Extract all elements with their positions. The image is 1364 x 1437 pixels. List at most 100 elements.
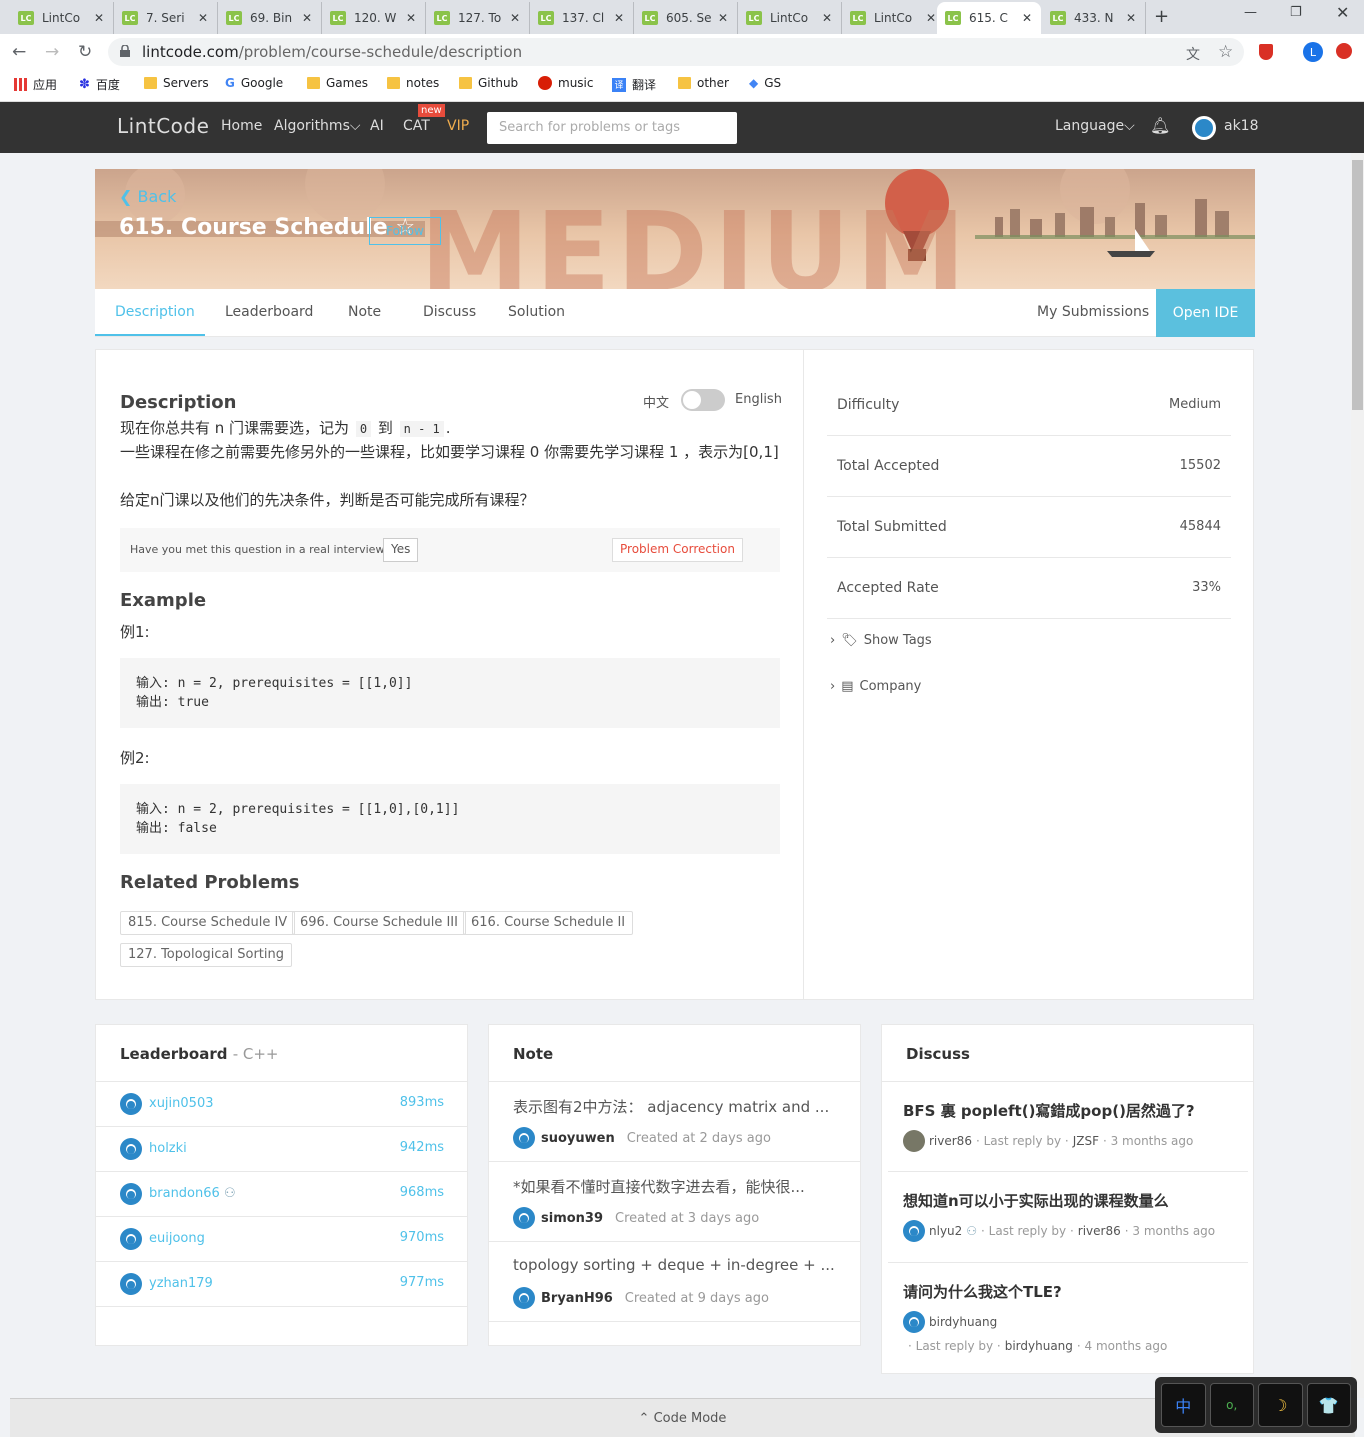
bookmark-other[interactable]: other [678,76,729,90]
show-tags-toggle[interactable]: › 🏷︎ Show Tags [830,633,932,648]
update-icon[interactable] [1336,43,1352,59]
nav-vip[interactable]: VIP [447,118,469,134]
discuss-user[interactable]: nlyu2 [929,1224,962,1238]
language-toggle[interactable] [681,389,725,411]
browser-tab[interactable]: LC 137. Cl ✕ [530,2,634,34]
bookmark-music[interactable]: music [538,76,593,90]
related-problem-link[interactable]: 696. Course Schedule III [292,911,466,935]
bookmark-games[interactable]: Games [307,76,368,90]
browser-tab[interactable]: LC 7. Seri ✕ [114,2,218,34]
reply-user[interactable]: JZSF [1073,1134,1099,1148]
url-field[interactable]: lintcode.com/problem/course-schedule/des… [108,38,1244,66]
bookmark-gs[interactable]: ◆ GS [749,76,781,90]
close-tab-icon[interactable]: ✕ [715,11,731,25]
discuss-user[interactable]: birdyhuang [929,1315,997,1329]
browser-tab[interactable]: LC 120. W ✕ [322,2,426,34]
leaderboard-user[interactable]: holzki [149,1141,187,1156]
browser-tab[interactable]: LC LintCo ✕ [738,2,842,34]
bookmark-github[interactable]: Github [459,76,518,90]
close-window-icon[interactable]: ✕ [1336,3,1349,22]
open-ide-button[interactable]: Open IDE [1156,289,1255,337]
close-tab-icon[interactable]: ✕ [507,11,523,25]
forward-arrow-icon[interactable]: → [45,42,59,62]
nav-cat[interactable]: CAT [403,118,430,134]
restore-icon[interactable]: ❐ [1290,5,1302,20]
username[interactable]: ak18 [1224,118,1259,134]
ime-punctuation-button[interactable]: o, [1209,1383,1254,1427]
reload-icon[interactable]: ↻ [78,42,92,62]
browser-tab[interactable]: LC LintCo ✕ [842,2,946,34]
discuss-title[interactable]: BFS 裏 popleft()寫錯成pop()居然過了? [903,1100,1195,1121]
bell-icon[interactable]: 🔔︎ [1150,116,1170,135]
bookmark-baidu[interactable]: ✽ 百度 [79,76,120,93]
note-user[interactable]: suoyuwen [541,1131,615,1146]
discuss-item[interactable]: BFS 裏 popleft()寫錯成pop()居然過了? river86 · La… [888,1082,1248,1172]
ime-chinese-mode-button[interactable]: 中 [1161,1383,1206,1427]
follow-button[interactable]: Follow [369,217,441,245]
close-tab-icon[interactable]: ✕ [1123,11,1139,25]
nav-home[interactable]: Home [221,118,262,134]
leaderboard-user[interactable]: euijoong [149,1231,205,1246]
close-tab-icon[interactable]: ✕ [91,11,107,25]
close-tab-icon[interactable]: ✕ [611,11,627,25]
leaderboard-user[interactable]: yzhan179 [149,1276,213,1291]
nav-ai[interactable]: AI [370,118,384,134]
profile-avatar[interactable]: L [1303,42,1323,62]
browser-tab[interactable]: LC 127. To ✕ [426,2,530,34]
related-problem-link[interactable]: 815. Course Schedule IV [120,911,296,935]
close-tab-icon[interactable]: ✕ [1019,11,1035,25]
discuss-user[interactable]: river86 [929,1134,972,1148]
bookmark-apps[interactable]: 应用 [14,76,57,93]
minimize-icon[interactable]: — [1244,5,1257,20]
user-avatar[interactable] [1192,116,1216,140]
translate-page-icon[interactable]: 文 [1186,44,1200,64]
tab-description[interactable]: Description [115,304,195,320]
language-dropdown[interactable]: Language⌵ [1055,118,1135,134]
close-tab-icon[interactable]: ✕ [195,11,211,25]
bookmark-servers[interactable]: Servers [144,76,209,90]
note-item[interactable]: *如果看不懂时直接代数字进去看，能快很... simon39 Created at … [489,1162,860,1242]
tab-note[interactable]: Note [348,304,381,320]
back-link[interactable]: ❮ Back [119,187,176,206]
extension-shield-icon[interactable] [1259,44,1273,60]
code-mode-bar[interactable]: ⌃ Code Mode [10,1398,1355,1437]
close-tab-icon[interactable]: ✕ [403,11,419,25]
tab-discuss[interactable]: Discuss [423,304,476,320]
browser-tab[interactable]: LC LintCo ✕ [10,2,114,34]
browser-tab[interactable]: LC 605. Se ✕ [634,2,738,34]
bookmark-star-icon[interactable]: ☆ [1218,42,1233,62]
problem-correction-button[interactable]: Problem Correction [612,538,743,562]
close-tab-icon[interactable]: ✕ [819,11,835,25]
company-toggle[interactable]: › ▤ Company [830,679,921,694]
ime-skin-icon[interactable]: 👕 [1306,1383,1351,1427]
bookmark-google[interactable]: G Google [225,76,283,90]
problem-search-input[interactable]: Search for problems or tags [487,112,737,144]
discuss-item[interactable]: 请问为什么我这个TLE? birdyhuang · Last reply by … [888,1263,1248,1373]
note-user[interactable]: simon39 [541,1211,603,1226]
bookmark-translate[interactable]: 译翻译 [612,76,656,93]
note-item[interactable]: 表示图有2中方法： adjacency matrix and ... suoyuw… [489,1082,860,1162]
ime-moon-icon[interactable]: ☽ [1258,1383,1303,1427]
back-arrow-icon[interactable]: ← [12,42,26,62]
related-problem-link[interactable]: 616. Course Schedule II [463,911,634,935]
browser-tab-active[interactable]: LC 615. C ✕ [937,2,1041,34]
note-item[interactable]: topology sorting + deque + in-degree + .… [489,1242,860,1322]
leaderboard-user[interactable]: xujin0503 [149,1096,213,1111]
browser-tab[interactable]: LC 433. N ✕ [1042,2,1146,34]
related-problem-link[interactable]: 127. Topological Sorting [120,943,293,967]
leaderboard-user[interactable]: brandon66 ⚇ [149,1186,236,1201]
discuss-item[interactable]: 想知道n可以小于实际出现的课程数量么 nlyu2 ⚇ · Last reply by… [888,1172,1248,1263]
interview-yes-button[interactable]: Yes [383,538,419,562]
nav-algorithms[interactable]: Algorithms⌵ [274,118,360,134]
reply-user[interactable]: birdyhuang [1005,1339,1073,1353]
browser-tab[interactable]: LC 69. Bin ✕ [218,2,322,34]
discuss-title[interactable]: 想知道n可以小于实际出现的课程数量么 [903,1190,1169,1211]
tab-solution[interactable]: Solution [508,304,565,320]
reply-user[interactable]: river86 [1078,1224,1121,1238]
scrollbar-thumb[interactable] [1352,160,1363,410]
close-tab-icon[interactable]: ✕ [299,11,315,25]
lintcode-logo[interactable]: LintCode [117,114,209,138]
new-tab-button[interactable]: + [1154,6,1169,27]
discuss-title[interactable]: 请问为什么我这个TLE? [903,1281,1062,1302]
note-user[interactable]: BryanH96 [541,1291,613,1306]
